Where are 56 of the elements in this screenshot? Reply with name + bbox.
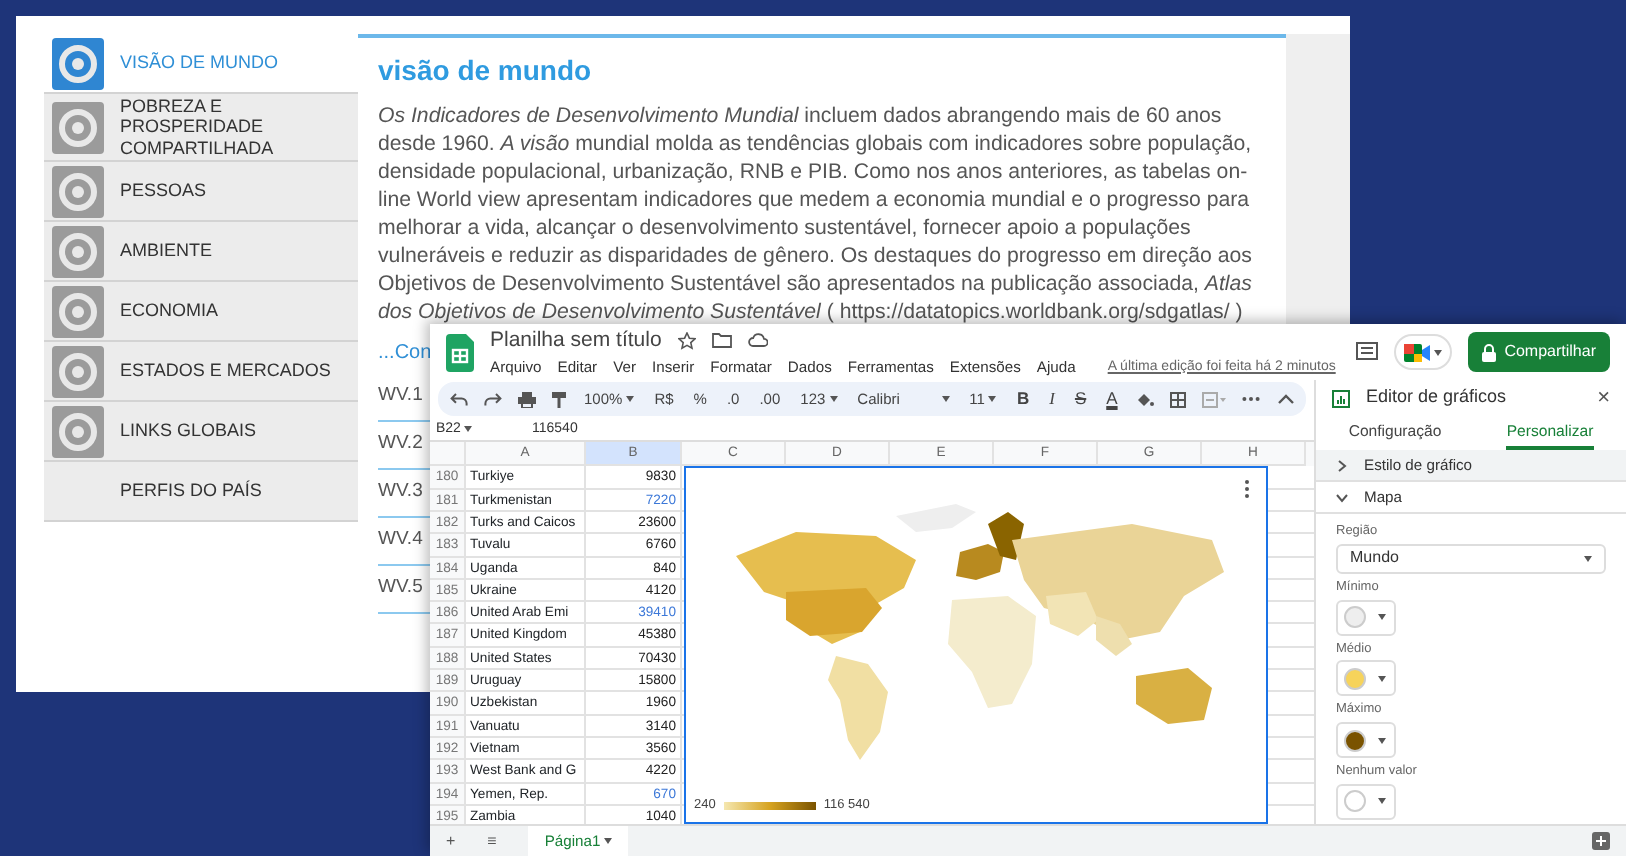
page-title: visão de mundo: [378, 52, 594, 90]
add-sheet-button[interactable]: +: [446, 829, 456, 853]
panel-title: Editor de gráficos: [1366, 384, 1507, 411]
more-link[interactable]: ...Con: [378, 338, 432, 368]
color-picker[interactable]: [1336, 722, 1396, 759]
lock-icon: [1482, 343, 1497, 362]
format-button[interactable]: S: [1072, 386, 1089, 413]
cloud-icon[interactable]: [747, 332, 768, 349]
borders-icon[interactable]: [1169, 391, 1186, 408]
sidebar-item[interactable]: ESTADOS E MERCADOS: [44, 342, 358, 402]
sidebar-item[interactable]: PESSOAS: [44, 162, 358, 222]
sidebar-item[interactable]: PERFIS DO PAÍS: [44, 462, 358, 522]
format-button[interactable]: I: [1047, 386, 1057, 413]
color-scale-bar: [723, 802, 816, 811]
circle-emblem-icon: [52, 101, 104, 153]
paint-bucket-icon[interactable]: [1135, 391, 1154, 408]
more-icon[interactable]: [1241, 396, 1260, 403]
explore-icon[interactable]: [1592, 832, 1610, 850]
collapse-icon[interactable]: [1278, 394, 1294, 405]
format-button[interactable]: B: [1014, 386, 1032, 413]
chevron-icon: [1336, 491, 1348, 504]
paint-roller-icon[interactable]: [552, 391, 566, 408]
circle-emblem-icon: [52, 405, 104, 457]
document-title[interactable]: Planilha sem título: [490, 325, 662, 357]
color-picker[interactable]: [1336, 783, 1396, 820]
share-button[interactable]: Compartilhar: [1468, 332, 1610, 373]
chevron-icon: [1336, 459, 1348, 472]
sidebar-item[interactable]: POBREZA E PROSPERIDADE COMPARTILHADA: [44, 94, 358, 162]
comment-icon[interactable]: [1356, 342, 1379, 363]
undo-icon[interactable]: [450, 392, 468, 407]
video-camera-icon: [1404, 343, 1431, 362]
redo-icon[interactable]: [484, 392, 502, 407]
folder-icon[interactable]: [711, 332, 732, 349]
print-icon[interactable]: [518, 391, 536, 408]
format-button[interactable]: A: [1104, 386, 1120, 413]
color-picker[interactable]: [1336, 599, 1396, 636]
sidebar-item[interactable]: ECONOMIA: [44, 282, 358, 342]
link[interactable]: https://datatopics.worldbank.org/sdgatlas/: [839, 300, 1230, 324]
intro-paragraph: Os Indicadores de Desenvolvimento Mundial incluem dados abrangendo mais de 60 anos desde 1960. A visão mundial molda as tendências globais com indicadores sobre população, densidade populacional, urbanização, RNB e PIB. Como nos anos anteriores, as tabelas on-line World view apresentam indicadores que medem a economia mundial e o progresso para melhorar a vida, alcançar o desenvolvimento sustentável, fornecer apoio a populações vulneráveis e reduzir as disparidades de gênero. Os destaques do progresso em direção aos Objetivos de Desenvolvimento Sustentável são apresentados na publicação associada, Atlas dos Objetivos de Desenvolvimento Sustentável ( https://datatopics.worldbank.org/sdgatlas/ ): [378, 102, 1254, 326]
region-select[interactable]: Mundo: [1336, 543, 1606, 574]
chart-icon: [1332, 389, 1350, 408]
color-picker[interactable]: [1336, 660, 1396, 697]
merge-cells-icon[interactable]: [1201, 391, 1226, 408]
circle-emblem-icon: [52, 285, 104, 337]
more-vertical-icon[interactable]: [1244, 480, 1250, 499]
circle-emblem-icon: [52, 37, 104, 89]
circle-emblem-icon: [52, 225, 104, 277]
sidebar-item[interactable]: AMBIENTE: [44, 222, 358, 282]
sheet-list-button[interactable]: ≡: [487, 829, 497, 853]
star-icon[interactable]: [677, 331, 696, 350]
video-call-button[interactable]: [1394, 334, 1453, 371]
sidebar-item[interactable]: LINKS GLOBAIS: [44, 402, 358, 462]
close-button[interactable]: ×: [1597, 381, 1610, 415]
circle-emblem-icon: [52, 165, 104, 217]
circle-emblem-icon: [52, 345, 104, 397]
spreadsheet-logo-icon: [446, 333, 474, 372]
